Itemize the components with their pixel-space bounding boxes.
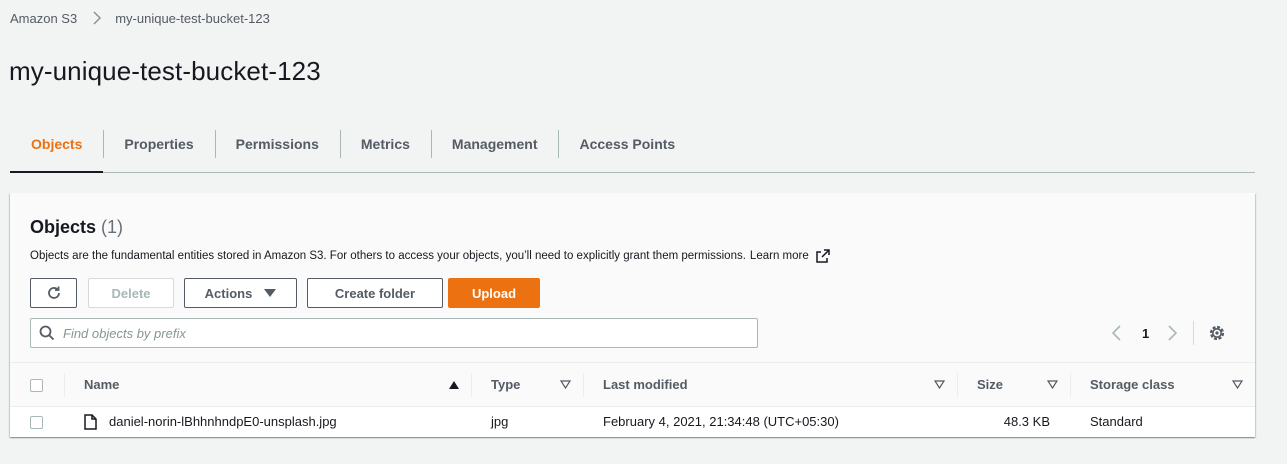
column-last-modified-label: Last modified	[603, 377, 688, 392]
tab-properties[interactable]: Properties	[103, 125, 214, 163]
bucket-tabs: Objects Properties Permissions Metrics M…	[10, 125, 1255, 173]
table-header-row: Name Type Last modified Size Storage cla…	[10, 363, 1255, 407]
breadcrumb-current: my-unique-test-bucket-123	[115, 10, 270, 26]
object-name-cell: daniel-norin-lBhhnhndpE0-unsplash.jpg	[64, 407, 471, 437]
objects-description: Objects are the fundamental entities sto…	[30, 249, 830, 263]
external-link-icon[interactable]	[815, 249, 830, 263]
gear-icon[interactable]	[1208, 324, 1226, 342]
search-box	[30, 318, 758, 348]
row-select-cell	[10, 407, 64, 437]
tab-management[interactable]: Management	[430, 125, 559, 163]
pagination: 1	[1110, 321, 1226, 345]
breadcrumb-amazon-s3[interactable]: Amazon S3	[10, 11, 77, 26]
tab-access-points[interactable]: Access Points	[558, 125, 696, 163]
pager-divider	[1193, 321, 1195, 345]
file-icon	[84, 414, 97, 430]
column-name-label: Name	[84, 377, 120, 392]
object-size-cell: 48.3 KB	[1003, 414, 1050, 430]
create-folder-button[interactable]: Create folder	[307, 278, 443, 308]
refresh-button[interactable]	[30, 278, 77, 308]
search-icon	[39, 325, 55, 341]
column-type-label: Type	[491, 377, 521, 392]
actions-button[interactable]: Actions	[184, 278, 297, 308]
object-type-cell: jpg	[491, 414, 509, 430]
objects-panel-header: Objects (1) Objects are the fundamental …	[10, 193, 1255, 363]
next-page-icon[interactable]	[1165, 324, 1179, 342]
tab-permissions[interactable]: Permissions	[214, 125, 340, 163]
chevron-right-icon	[93, 11, 102, 25]
select-all-cell	[10, 363, 64, 407]
objects-panel-title: Objects (1)	[30, 217, 123, 238]
actions-label: Actions	[204, 285, 253, 301]
sort-icon[interactable]	[1047, 379, 1058, 390]
object-storage-class-cell: Standard	[1090, 414, 1143, 430]
objects-table: Name Type Last modified Size Storage cla…	[10, 363, 1255, 437]
column-header-name[interactable]: Name	[64, 363, 471, 407]
objects-title-text: Objects	[30, 217, 97, 237]
objects-panel: Objects (1) Objects are the fundamental …	[10, 193, 1255, 437]
column-header-last-modified[interactable]: Last modified	[583, 363, 957, 407]
refresh-icon	[47, 286, 60, 299]
column-header-size[interactable]: Size	[957, 363, 1070, 407]
column-header-storage-class[interactable]: Storage class	[1070, 363, 1255, 407]
sort-icon[interactable]	[934, 379, 945, 390]
column-size-label: Size	[977, 377, 1004, 392]
column-storage-class-label: Storage class	[1090, 377, 1175, 392]
sort-ascending-icon[interactable]	[449, 380, 459, 389]
delete-button[interactable]: Delete	[88, 278, 174, 308]
previous-page-icon[interactable]	[1110, 324, 1124, 342]
learn-more-link[interactable]: Learn more	[750, 250, 809, 262]
object-name-link[interactable]: daniel-norin-lBhhnhndpE0-unsplash.jpg	[109, 414, 337, 429]
search-input[interactable]	[63, 325, 723, 341]
row-checkbox[interactable]	[30, 416, 43, 430]
table-row[interactable]: daniel-norin-lBhhnhndpE0-unsplash.jpg jp…	[10, 407, 1255, 437]
page-title: my-unique-test-bucket-123	[9, 56, 321, 86]
sort-icon[interactable]	[1232, 379, 1243, 390]
column-header-type[interactable]: Type	[471, 363, 583, 407]
objects-count: (1)	[101, 217, 124, 237]
tab-objects[interactable]: Objects	[10, 125, 104, 173]
upload-button[interactable]: Upload	[448, 278, 540, 308]
tab-metrics[interactable]: Metrics	[339, 125, 431, 163]
current-page[interactable]: 1	[1142, 326, 1149, 341]
object-last-modified-cell: February 4, 2021, 21:34:48 (UTC+05:30)	[603, 414, 839, 430]
caret-down-icon	[264, 289, 277, 297]
objects-description-text: Objects are the fundamental entities sto…	[30, 250, 746, 262]
breadcrumb: Amazon S3 my-unique-test-bucket-123	[10, 10, 270, 26]
sort-icon[interactable]	[560, 379, 571, 390]
select-all-checkbox[interactable]	[30, 379, 43, 393]
